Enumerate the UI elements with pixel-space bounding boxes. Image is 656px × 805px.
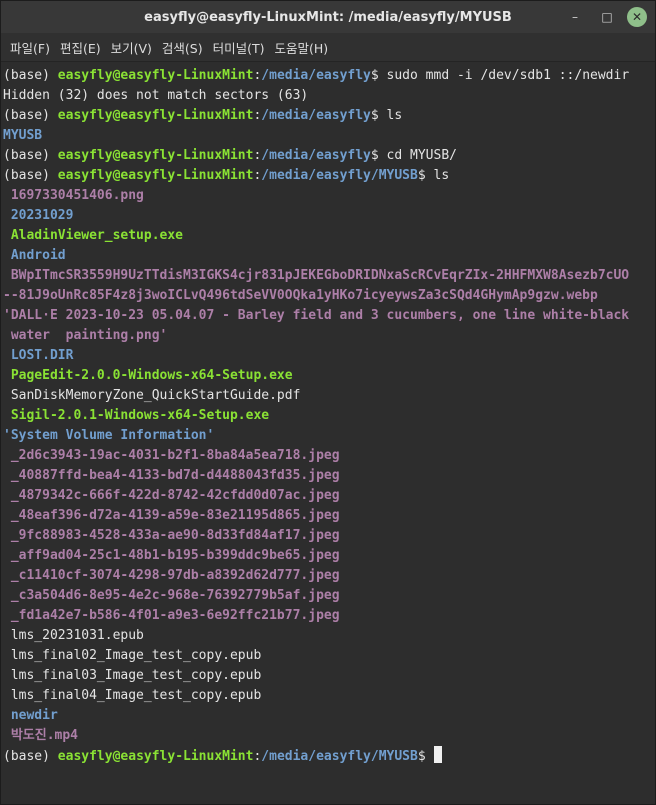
terminal-output[interactable]: (base) easyfly@easyfly-LinuxMint:/media/… [1, 64, 655, 804]
prompt-userhost: easyfly@easyfly-LinuxMint [57, 168, 254, 183]
file-entry: _40887ffd-bea4-4133-bd7d-d4488043fd35.jp… [3, 468, 340, 483]
file-entry: _9fc88983-4528-433a-ae90-8d33fd84af17.jp… [3, 528, 340, 543]
file-entry: newdir [3, 708, 58, 723]
title-bar[interactable]: easyfly@easyfly-LinuxMint: /media/easyfl… [1, 1, 655, 33]
file-entry: Sigil-2.0.1-Windows-x64-Setup.exe [3, 408, 270, 423]
prompt-dollar: $ [417, 168, 434, 183]
file-entry: 박도진.mp4 [3, 728, 79, 743]
file-entry: 1697330451406.png [3, 188, 144, 203]
menu-help[interactable]: 도움말(H) [270, 38, 334, 57]
file-entry: 'DALL·E 2023-10-23 05.04.07 - Barley fie… [3, 308, 630, 323]
menu-bar: 파일(F) 편집(E) 보기(V) 검색(S) 터미널(T) 도움말(H) [1, 33, 655, 62]
prompt-path: /media/easyfly [261, 68, 371, 83]
conda-env: (base) [3, 68, 58, 83]
prompt-line: (base) easyfly@easyfly-LinuxMint:/media/… [3, 166, 653, 186]
terminal-window: easyfly@easyfly-LinuxMint: /media/easyfl… [0, 0, 656, 805]
output-line: Hidden (32) does not match sectors (63) [3, 88, 309, 103]
menu-file[interactable]: 파일(F) [5, 38, 55, 57]
prompt-line: (base) easyfly@easyfly-LinuxMint:/media/… [3, 106, 653, 126]
minimize-button[interactable]: – [563, 5, 587, 29]
file-entry: PageEdit-2.0.0-Windows-x64-Setup.exe [3, 368, 293, 383]
prompt-path: /media/easyfly [261, 148, 371, 163]
file-entry: lms_final03_Image_test_copy.epub [3, 668, 262, 683]
command-text: ls [433, 168, 450, 183]
prompt-line: (base) easyfly@easyfly-LinuxMint:/media/… [3, 146, 653, 166]
file-entry: _c3a504d6-8e95-4e2c-968e-76392779b5af.jp… [3, 588, 340, 603]
prompt-userhost: easyfly@easyfly-LinuxMint [57, 749, 254, 764]
file-entry: Android [3, 248, 66, 263]
prompt-dollar: $ [370, 108, 387, 123]
file-entry: lms_final02_Image_test_copy.epub [3, 648, 262, 663]
file-entry: _4879342c-666f-422d-8742-42cfdd0d07ac.jp… [3, 488, 340, 503]
prompt-dollar: $ [370, 148, 387, 163]
output-line: MYUSB [3, 128, 43, 143]
file-entry: _c11410cf-3074-4298-97db-a8392d62d777.jp… [3, 568, 340, 583]
prompt-path: /media/easyfly [261, 108, 371, 123]
prompt-path: /media/easyfly/MYUSB [261, 749, 418, 764]
file-entry: BWpITmcSR3559H9UzTTdisM3IGKS4cjr831pJEKE… [3, 268, 630, 283]
file-listing: 1697330451406.png 20231029 AladinViewer_… [3, 186, 653, 746]
conda-env: (base) [3, 749, 58, 764]
close-button[interactable]: ✕ [627, 7, 647, 27]
prompt-dollar: $ [417, 749, 434, 764]
menu-terminal[interactable]: 터미널(T) [208, 38, 270, 57]
command-text: ls [386, 108, 403, 123]
maximize-button[interactable]: □ [595, 5, 619, 29]
window-title: easyfly@easyfly-LinuxMint: /media/easyfl… [144, 9, 512, 25]
menu-edit[interactable]: 편집(E) [55, 38, 106, 57]
prompt-path: /media/easyfly/MYUSB [261, 168, 418, 183]
conda-env: (base) [3, 148, 58, 163]
file-entry: _aff9ad04-25c1-48b1-b195-b399ddc9be65.jp… [3, 548, 340, 563]
file-entry: 20231029 [3, 208, 74, 223]
file-entry: LOST.DIR [3, 348, 74, 363]
file-entry: _48eaf396-d72a-4139-a59e-83e21195d865.jp… [3, 508, 340, 523]
text-cursor [433, 746, 442, 763]
file-entry: lms_20231031.epub [3, 628, 144, 643]
window-controls: – □ ✕ [563, 5, 647, 29]
prompt-userhost: easyfly@easyfly-LinuxMint [57, 108, 254, 123]
command-text: sudo mmd -i /dev/sdb1 ::/newdir [386, 68, 630, 83]
command-text: cd MYUSB/ [386, 148, 457, 163]
file-entry: water painting.png' [3, 328, 168, 343]
prompt-userhost: easyfly@easyfly-LinuxMint [57, 68, 254, 83]
conda-env: (base) [3, 108, 58, 123]
file-entry: AladinViewer_setup.exe [3, 228, 184, 243]
prompt-dollar: $ [370, 68, 387, 83]
prompt-line: (base) easyfly@easyfly-LinuxMint:/media/… [3, 746, 653, 766]
menu-view[interactable]: 보기(V) [106, 38, 157, 57]
conda-env: (base) [3, 168, 58, 183]
file-entry: SanDiskMemoryZone_QuickStartGuide.pdf [3, 388, 301, 403]
file-entry: lms_final04_Image_test_copy.epub [3, 688, 262, 703]
menu-search[interactable]: 검색(S) [157, 38, 208, 57]
file-entry: --81J9oUnRc85F4z8j3woICLvQ496tdSeVV0OQka… [3, 288, 598, 303]
file-entry: 'System Volume Information' [3, 428, 215, 443]
file-entry: _fd1a42e7-b586-4f01-a9e3-6e92ffc21b77.jp… [3, 608, 340, 623]
prompt-line: (base) easyfly@easyfly-LinuxMint:/media/… [3, 66, 653, 86]
file-entry: _2d6c3943-19ac-4031-b2f1-8ba84a5ea718.jp… [3, 448, 340, 463]
prompt-userhost: easyfly@easyfly-LinuxMint [57, 148, 254, 163]
